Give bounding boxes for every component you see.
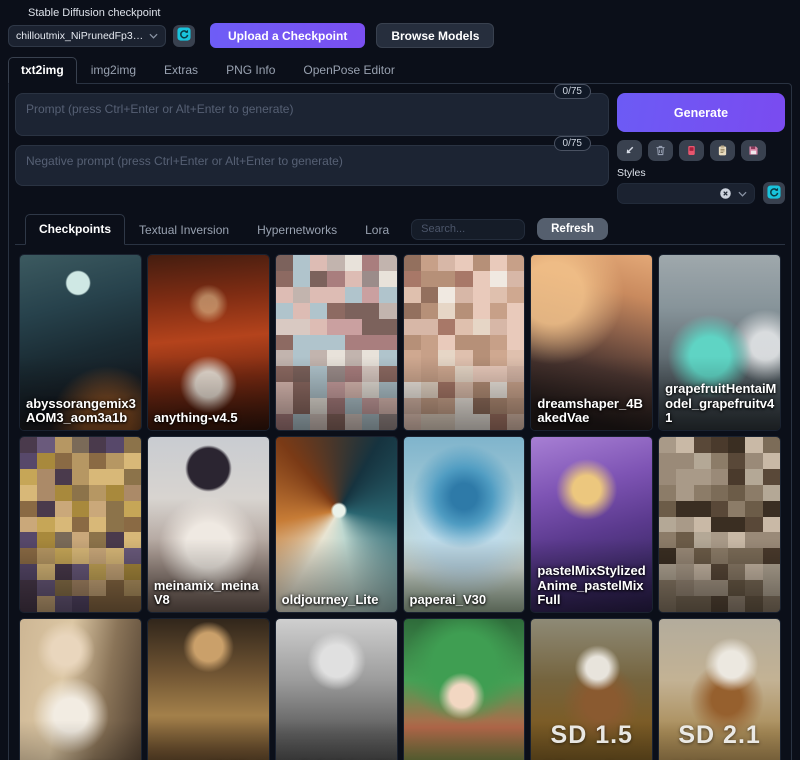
styles-label: Styles	[617, 167, 785, 179]
card-shade-overlay	[148, 619, 269, 760]
negative-prompt-token-counter: 0/75	[554, 136, 591, 151]
model-card-realisticvisionv13-v13[interactable]: realisticVisionV13_v13	[275, 618, 398, 760]
card-shade-overlay	[404, 619, 525, 760]
card-shade-overlay	[20, 437, 141, 612]
read-generation-params-button[interactable]	[617, 140, 642, 161]
model-card-anything-v4-5[interactable]: anything-v4.5	[147, 254, 270, 431]
model-card-protogenx34photorealism-1[interactable]: protogenX34Photorealism_1	[147, 618, 270, 760]
tab-txt2img[interactable]: txt2img	[8, 57, 77, 84]
model-card-oldjourney-lite[interactable]: oldjourney_Lite	[275, 436, 398, 613]
network-tab-checkpoints[interactable]: Checkpoints	[25, 214, 125, 245]
checkpoint-value: chilloutmix_NiPrunedFp32Fix.safeter	[16, 30, 149, 42]
model-overlay-text: SD 1.5	[531, 721, 652, 750]
negative-prompt-input[interactable]	[15, 145, 609, 186]
styles-row	[617, 182, 785, 204]
stable-diffusion-webui: Stable Diffusion checkpoint chilloutmix_…	[0, 0, 800, 760]
card-shade-overlay	[20, 619, 141, 760]
model-card-name: oldjourney_Lite	[282, 593, 394, 608]
arrow-down-left-icon	[623, 144, 636, 157]
model-card-name: pastelMixStylizedAnime_pastelMixFull	[537, 564, 649, 608]
extra-networks-tabs: CheckpointsTextual InversionHypernetwork…	[25, 214, 403, 244]
upload-checkpoint-button[interactable]: Upload a Checkpoint	[210, 23, 365, 48]
model-card-grid: abyssorangemix3AOM3_aom3a1b anything-v4.5…	[15, 245, 785, 760]
prompt-section: 0/75 0/75 Generate Styles	[15, 90, 785, 204]
model-card-v1-5-pruned-emaonly[interactable]: SD 1.5v1-5-pruned-emaonly	[530, 618, 653, 760]
model-card-censored[interactable]	[19, 436, 142, 613]
prompt-input[interactable]	[15, 93, 609, 136]
red-card-icon	[685, 144, 698, 157]
clear-prompt-button[interactable]	[648, 140, 673, 161]
model-card-paperai-v30[interactable]: paperai_V30	[403, 436, 526, 613]
refresh-icon	[177, 27, 191, 44]
txt2img-panel: 0/75 0/75 Generate Styles	[8, 83, 792, 760]
model-card-pastelmixstylizedanime-pastelmixfull[interactable]: pastelMixStylizedAnime_pastelMixFull	[530, 436, 653, 613]
model-card-censored[interactable]	[658, 436, 781, 613]
apply-styles-button[interactable]	[710, 140, 735, 161]
network-tab-textual-inversion[interactable]: Textual Inversion	[125, 216, 243, 244]
checkpoint-controls: chilloutmix_NiPrunedFp32Fix.safeter Uplo…	[8, 23, 792, 48]
checkpoint-label: Stable Diffusion checkpoint	[28, 7, 792, 19]
model-overlay-text: SD 2.1	[659, 721, 780, 750]
model-card-meinamix-meinav8[interactable]: meinamix_meinaV8	[147, 436, 270, 613]
model-card-censored[interactable]	[403, 254, 526, 431]
refresh-icon	[767, 185, 781, 202]
refresh-styles-button[interactable]	[763, 182, 785, 204]
clipboard-icon	[716, 144, 729, 157]
card-shade-overlay	[404, 437, 525, 612]
tab-openpose-editor[interactable]: OpenPose Editor	[289, 58, 408, 82]
model-card-revanimated-v11[interactable]: revAnimated_v11	[403, 618, 526, 760]
tool-button-row	[617, 140, 785, 161]
generate-button[interactable]: Generate	[617, 93, 785, 132]
clear-selection-icon[interactable]	[719, 187, 732, 200]
prompt-row: 0/75	[15, 93, 609, 136]
tab-img2img[interactable]: img2img	[77, 58, 150, 82]
card-shade-overlay	[276, 619, 397, 760]
prompt-token-counter: 0/75	[554, 84, 591, 99]
extra-networks-button[interactable]	[679, 140, 704, 161]
model-card-abyssorangemix3aom3-aom3a1b[interactable]: abyssorangemix3AOM3_aom3a1b	[19, 254, 142, 431]
chevron-down-icon	[149, 30, 158, 42]
model-card-dreamshaper-4bakedvae[interactable]: dreamshaper_4BakedVae	[530, 254, 653, 431]
card-shade-overlay	[404, 255, 525, 430]
card-shade-overlay	[276, 437, 397, 612]
model-card-name: dreamshaper_4BakedVae	[537, 397, 649, 426]
card-shade-overlay	[659, 437, 780, 612]
network-tab-hypernetworks[interactable]: Hypernetworks	[243, 216, 351, 244]
card-shade-overlay	[276, 255, 397, 430]
model-card-name: abyssorangemix3AOM3_aom3a1b	[26, 397, 138, 426]
trash-icon	[654, 144, 667, 157]
chevron-down-icon	[738, 184, 747, 202]
floppy-icon	[747, 144, 760, 157]
model-card-name: anything-v4.5	[154, 411, 266, 426]
model-card-v2-1-768-ema-pruned[interactable]: SD 2.1v2-1_768-ema-pruned	[658, 618, 781, 760]
generate-column: Generate Styles	[617, 90, 785, 204]
model-card-name: grapefruitHentaiModel_grapefruitv41	[665, 382, 777, 426]
model-card-name: paperai_V30	[410, 593, 522, 608]
extra-networks-tab-bar: CheckpointsTextual InversionHypernetwork…	[15, 214, 785, 245]
tab-extras[interactable]: Extras	[150, 58, 212, 82]
model-card-censored[interactable]	[275, 254, 398, 431]
network-tab-lora[interactable]: Lora	[351, 216, 403, 244]
save-style-button[interactable]	[741, 140, 766, 161]
card-shade-overlay	[148, 255, 269, 430]
checkpoint-select[interactable]: chilloutmix_NiPrunedFp32Fix.safeter	[8, 25, 166, 47]
model-card-grapefruithentaimodel-grapefruitv41[interactable]: grapefruitHentaiModel_grapefruitv41	[658, 254, 781, 431]
prompt-column: 0/75 0/75	[15, 90, 609, 204]
browse-models-button[interactable]: Browse Models	[376, 23, 494, 48]
model-card-name: meinamix_meinaV8	[154, 579, 266, 608]
tab-png-info[interactable]: PNG Info	[212, 58, 289, 82]
refresh-networks-button[interactable]: Refresh	[537, 218, 608, 240]
negative-prompt-row: 0/75	[15, 145, 609, 186]
search-input[interactable]	[411, 219, 525, 240]
extra-networks-section: CheckpointsTextual InversionHypernetwork…	[15, 214, 785, 760]
refresh-checkpoint-button[interactable]	[173, 25, 195, 47]
styles-select[interactable]	[617, 183, 755, 204]
main-tab-bar: txt2imgimg2imgExtrasPNG InfoOpenPose Edi…	[8, 57, 792, 83]
model-card-protogenv22anime-22[interactable]: protogenV22Anime_22	[19, 618, 142, 760]
